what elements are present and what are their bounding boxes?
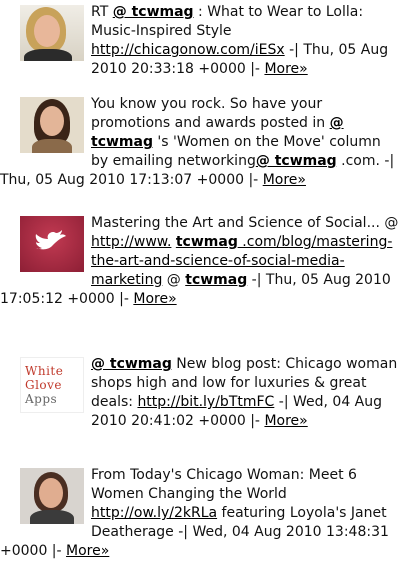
user-avatar[interactable] — [20, 468, 84, 524]
tweet-url-link[interactable]: http://bit.ly/bTtmFC — [137, 394, 274, 410]
tweet-url-link[interactable]: http://www. — [91, 234, 171, 250]
tweet-text-segment: Mastering the Art and Science of Social.… — [91, 215, 399, 231]
tweet-text-segment: You know you rock. So have your promotio… — [91, 96, 330, 131]
user-mention-link[interactable]: tcwmag — [176, 234, 238, 250]
more-link[interactable]: More» — [264, 413, 307, 429]
logo-text: Glove — [25, 378, 63, 392]
user-avatar[interactable] — [20, 216, 84, 272]
user-avatar[interactable] — [20, 5, 84, 61]
tweet-item: White Glove Apps @ tcwmag New blog post:… — [0, 355, 400, 431]
logo-text: White — [25, 364, 64, 378]
user-avatar[interactable] — [20, 97, 84, 153]
tweet-text-segment: RT — [91, 4, 113, 20]
tweet-item: From Today's Chicago Woman: Meet 6 Women… — [0, 466, 400, 561]
tweet-text-segment: @ — [162, 272, 186, 288]
tweet-url-link[interactable]: http://ow.ly/2kRLa — [91, 505, 217, 521]
twitter-bird-icon — [35, 230, 66, 250]
user-avatar[interactable]: White Glove Apps — [20, 357, 84, 413]
tweet-item: You know you rock. So have your promotio… — [0, 95, 400, 190]
tweet-feed: RT @ tcwmag : What to Wear to Lolla: Mus… — [0, 0, 406, 559]
user-mention-link[interactable]: tcwmag — [185, 272, 247, 288]
logo-text: Apps — [25, 392, 58, 406]
tweet-item: Mastering the Art and Science of Social.… — [0, 214, 400, 309]
email-mention-link[interactable]: @ tcwmag — [256, 153, 337, 169]
user-mention-link[interactable]: @ tcwmag — [113, 4, 194, 20]
tweet-item: RT @ tcwmag : What to Wear to Lolla: Mus… — [0, 3, 400, 79]
more-link[interactable]: More» — [263, 172, 306, 188]
more-link[interactable]: More» — [133, 291, 176, 307]
tweet-text-segment: From Today's Chicago Woman: Meet 6 Women… — [91, 467, 357, 502]
more-link[interactable]: More» — [264, 61, 307, 77]
tweet-url-link[interactable]: http://chicagonow.com/iESx — [91, 42, 285, 58]
user-mention-link[interactable]: @ tcwmag — [91, 356, 172, 372]
